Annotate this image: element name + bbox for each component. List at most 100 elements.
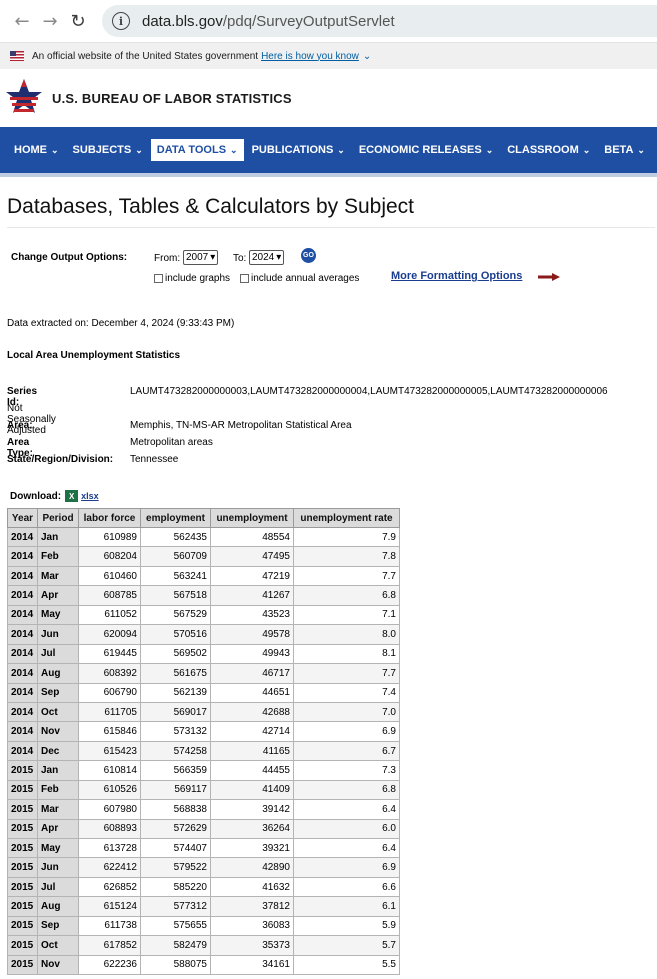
output-options-label: Change Output Options: [11,252,128,263]
cell-unemployment-rate: 8.0 [293,624,400,645]
from-year-select[interactable]: 2007 ▾ [183,250,219,265]
include-annual-averages-checkbox[interactable]: include annual averages [240,273,359,284]
cell-labor-force: 615124 [78,896,141,917]
cell-employment: 575655 [140,915,211,937]
cell-unemployment: 39142 [210,799,294,820]
nav-subjects[interactable]: SUBJECTS ⌄ [67,139,149,161]
nav-classroom[interactable]: CLASSROOM ⌄ [501,139,596,161]
chevron-down-icon[interactable]: ⌄ [363,51,371,62]
cell-labor-force: 622412 [78,857,141,878]
nav-publications[interactable]: PUBLICATIONS ⌄ [246,139,351,161]
chevron-down-icon: ▾ [276,252,282,263]
chevron-down-icon: ⌄ [51,144,59,155]
cell-labor-force: 610526 [78,779,141,801]
site-header: U.S. BUREAU OF LABOR STATISTICS [0,69,657,127]
nav-home[interactable]: HOME ⌄ [8,139,65,161]
cell-labor-force: 626852 [78,876,141,898]
nav-data-tools[interactable]: DATA TOOLS ⌄ [150,139,244,161]
cell-unemployment: 42688 [210,701,294,723]
reload-icon[interactable]: ↻ [64,7,92,35]
include-graphs-checkbox[interactable]: include graphs [154,273,230,284]
bls-logo-icon[interactable] [4,75,44,121]
download-label: Download: [10,490,62,502]
table-row: 2014 Jun 620094 570516 49578 8.0 [7,624,400,645]
cell-period: Feb [37,779,79,801]
cell-year: 2015 [7,954,38,976]
cell-employment: 574258 [140,740,211,762]
cell-year: 2014 [7,701,38,723]
cell-unemployment-rate: 7.3 [293,760,400,781]
forward-arrow-icon[interactable]: → [36,7,64,35]
cell-employment: 567529 [140,604,211,626]
col-header-employment: employment [140,508,211,528]
table-row: 2015 Sep 611738 575655 36083 5.9 [7,915,400,937]
cell-unemployment: 41409 [210,779,294,801]
cell-unemployment: 41632 [210,876,294,898]
chevron-down-icon: ⌄ [230,144,238,155]
cell-labor-force: 608893 [78,818,141,840]
cell-unemployment-rate: 8.1 [293,643,400,665]
cell-unemployment-rate: 7.9 [293,526,400,548]
back-arrow-icon[interactable]: ← [8,7,36,35]
cell-period: Nov [37,721,79,742]
cell-unemployment-rate: 7.1 [293,604,400,626]
how-you-know-link[interactable]: Here is how you know [261,51,359,62]
cell-employment: 570516 [140,624,211,645]
cell-period: Jan [37,526,79,548]
cell-employment: 566359 [140,760,211,781]
cell-year: 2014 [7,682,38,703]
chevron-down-icon: ⌄ [135,144,143,155]
cell-year: 2014 [7,565,38,587]
browser-toolbar: ← → ↻ i data.bls.gov/pdq/SurveyOutputSer… [0,0,657,43]
cell-period: Apr [37,585,79,606]
cell-labor-force: 608204 [78,546,141,567]
table-row: 2014 Feb 608204 560709 47495 7.8 [7,546,400,567]
checkbox-box[interactable] [240,274,249,283]
xlsx-download-link[interactable]: xlsx [81,491,99,501]
cell-unemployment-rate: 5.9 [293,915,400,937]
state-label: State/Region/Division: [7,454,114,465]
col-header-year: Year [7,508,38,528]
cell-unemployment: 39321 [210,837,294,859]
cell-unemployment: 42890 [210,857,294,878]
nav-classroom-label: CLASSROOM [507,144,579,156]
table-row: 2014 May 611052 567529 43523 7.1 [7,604,400,626]
area-type-value: Metropolitan areas [130,437,213,448]
col-header-labor-force: labor force [78,508,141,528]
table-row: 2015 Nov 622236 588075 34161 5.5 [7,954,400,976]
cell-unemployment: 35373 [210,935,294,956]
table-row: 2015 Oct 617852 582479 35373 5.7 [7,935,400,956]
cell-period: Oct [37,701,79,723]
arrow-right-icon[interactable] [538,273,560,281]
cell-labor-force: 611052 [78,604,141,626]
cell-employment: 561675 [140,663,211,684]
cell-unemployment-rate: 5.5 [293,954,400,976]
cell-period: Mar [37,565,79,587]
cell-unemployment: 41267 [210,585,294,606]
cell-employment: 585220 [140,876,211,898]
chevron-down-icon: ▾ [210,252,216,263]
excel-icon[interactable]: X [65,490,79,502]
more-formatting-options-link[interactable]: More Formatting Options [391,270,522,282]
cell-employment: 562435 [140,526,211,548]
cell-year: 2015 [7,779,38,801]
nav-beta[interactable]: BETA ⌄ [598,139,651,161]
col-header-unemployment-rate: unemployment rate [293,508,400,528]
table-row: 2015 May 613728 574407 39321 6.4 [7,837,400,859]
address-bar[interactable]: i data.bls.gov/pdq/SurveyOutputServlet [102,5,657,37]
cell-period: Sep [37,682,79,703]
site-title[interactable]: U.S. BUREAU OF LABOR STATISTICS [52,91,292,106]
us-flag-icon [10,51,24,61]
to-year-select[interactable]: 2024 ▾ [249,250,285,265]
checkbox-box[interactable] [154,274,163,283]
cell-year: 2015 [7,896,38,917]
cell-employment: 579522 [140,857,211,878]
site-info-icon[interactable]: i [112,12,130,30]
col-header-unemployment: unemployment [210,508,294,528]
cell-unemployment-rate: 7.0 [293,701,400,723]
nav-economic-releases[interactable]: ECONOMIC RELEASES ⌄ [353,139,499,161]
cell-unemployment: 36083 [210,915,294,937]
to-year-value: 2024 [252,252,275,263]
chevron-down-icon: ⌄ [582,144,591,155]
go-button[interactable]: GO [301,248,316,263]
